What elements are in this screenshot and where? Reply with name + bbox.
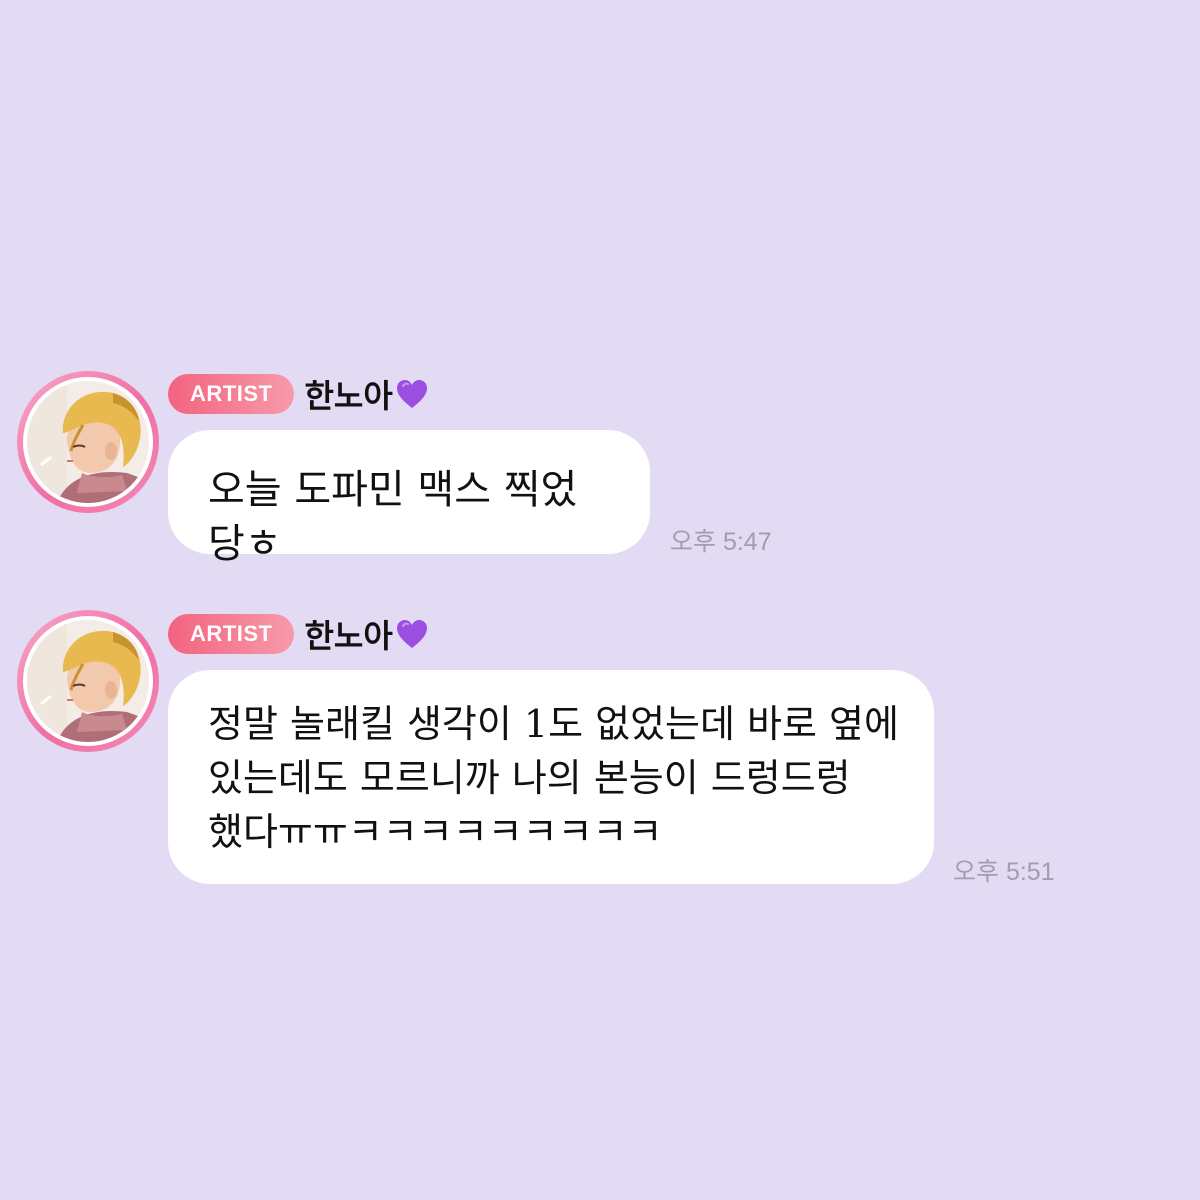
artist-badge: ARTIST: [168, 374, 295, 414]
purple-heart-icon: [396, 620, 427, 648]
message-text: 정말 놀래킬 생각이 1도 없었는데 바로 옆에 있는데도 모르니까 나의 본능…: [208, 702, 899, 854]
message-text: 오늘 도파민 맥스 찍었당ㅎ: [208, 467, 578, 567]
artist-portrait-icon: [27, 620, 149, 742]
avatar[interactable]: [17, 610, 159, 752]
message-bubble[interactable]: 오늘 도파민 맥스 찍었당ㅎ: [168, 430, 650, 567]
message-header: ARTIST 한노아: [168, 612, 429, 656]
purple-heart-icon: [396, 380, 427, 408]
avatar[interactable]: [17, 371, 159, 513]
message-bubble[interactable]: 정말 놀래킬 생각이 1도 없었는데 바로 옆에 있는데도 모르니까 나의 본능…: [168, 670, 934, 884]
artist-badge: ARTIST: [168, 614, 295, 654]
message-timestamp: 오후 5:47: [670, 528, 772, 556]
avatar-image: [23, 616, 153, 746]
artist-portrait-icon: [27, 381, 149, 503]
sender-name[interactable]: 한노아: [304, 611, 392, 657]
sender-name[interactable]: 한노아: [304, 371, 392, 417]
avatar-image: [23, 377, 153, 507]
message-header: ARTIST 한노아: [168, 372, 429, 416]
chat-area: ARTIST 한노아 오늘 도파민 맥스 찍었당ㅎ 오후 5:47 ARTIST…: [0, 0, 1200, 1200]
message-timestamp: 오후 5:51: [953, 858, 1055, 886]
